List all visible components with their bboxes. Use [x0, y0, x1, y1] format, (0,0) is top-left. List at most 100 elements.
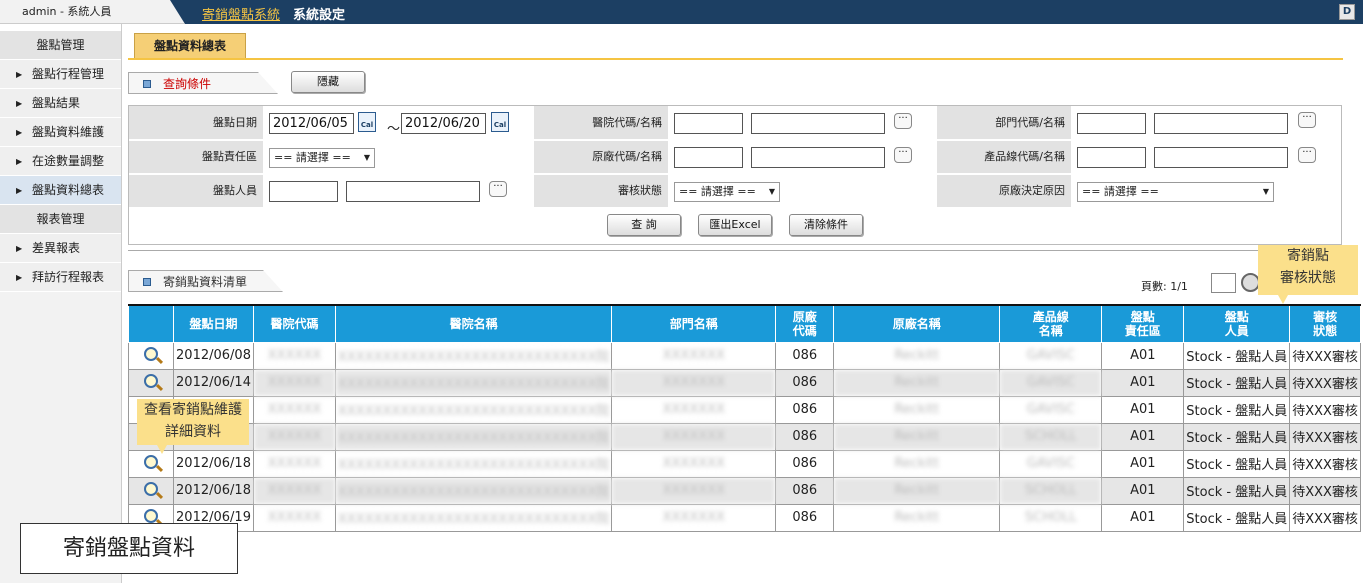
sidebar-item-maintenance[interactable]: ▶ 盤點資料維護: [0, 118, 121, 147]
col-header-date[interactable]: 盤點日期: [173, 304, 254, 343]
cell-hospital-code: XXXXXX: [253, 476, 336, 505]
sidebar-item-label: 盤點資料總表: [32, 183, 105, 197]
col-header-status[interactable]: 審核 狀態: [1289, 304, 1361, 343]
cell-staff: Stock - 盤點人員: [1183, 395, 1291, 424]
hospital-code-input[interactable]: [674, 113, 743, 134]
exit-icon[interactable]: D: [1339, 4, 1355, 20]
caption-box: 寄銷盤點資料: [20, 523, 238, 574]
review-select[interactable]: == 請選擇 == ▼: [674, 182, 780, 202]
sidebar-item-label: 在途數量調整: [32, 154, 105, 168]
col-header-hospital-name[interactable]: 醫院名稱: [334, 304, 613, 343]
export-excel-button[interactable]: 匯出Excel: [698, 214, 772, 236]
hospital-label: 醫院代碼/名稱: [534, 106, 668, 139]
sidebar-item-visit-report[interactable]: ▶ 拜訪行程報表: [0, 263, 121, 292]
vendor-code-input[interactable]: [674, 147, 743, 168]
cell-vendor-code: 086: [775, 341, 835, 370]
search-button[interactable]: 查 詢: [607, 214, 681, 236]
vendor-lookup-button[interactable]: ···: [894, 147, 912, 163]
triangle-right-icon: ▶: [16, 244, 23, 253]
cell-view[interactable]: [128, 476, 174, 505]
results-table: 盤點日期 醫院代碼 醫院名稱 部門名稱 原廠 代碼 原廠名稱 產品線 名稱 盤點…: [128, 304, 1361, 532]
table-header-row: 盤點日期 醫院代碼 醫院名稱 部門名稱 原廠 代碼 原廠名稱 產品線 名稱 盤點…: [128, 304, 1361, 343]
cell-view[interactable]: [128, 449, 174, 478]
tab-summary[interactable]: 盤點資料總表: [134, 33, 246, 58]
cell-hospital-name: XXXXXXXXXXXXXXXXXXXXXXXXXXXXX院: [334, 422, 613, 451]
col-header-staff[interactable]: 盤點 人員: [1183, 304, 1291, 343]
staff-name-input[interactable]: [346, 181, 480, 202]
magnifier-icon[interactable]: [144, 481, 158, 496]
cell-vendor-code: 086: [775, 503, 835, 532]
productline-name-input[interactable]: [1154, 147, 1288, 168]
cell-area: A01: [1101, 476, 1185, 505]
cell-dept-name: XXXXXXX: [611, 395, 777, 424]
calendar-icon[interactable]: Cal: [358, 112, 376, 132]
staff-code-input[interactable]: [269, 181, 338, 202]
table-row: 2012/06/08 XXXXXX XXXXXXXXXXXXXXXXXXXXXXXX…: [128, 341, 1361, 370]
col-header-productline[interactable]: 產品線 名稱: [999, 304, 1103, 343]
cell-view[interactable]: [128, 341, 174, 370]
page-number-input[interactable]: [1211, 273, 1236, 293]
triangle-right-icon: ▶: [16, 70, 23, 79]
reason-select[interactable]: == 請選擇 == ▼: [1077, 182, 1274, 202]
hide-button[interactable]: 隱藏: [291, 71, 365, 93]
cell-date: 2012/06/18: [173, 449, 254, 478]
col-header-vendor-code[interactable]: 原廠 代碼: [775, 304, 835, 343]
cell-productline: SCHOLL: [999, 503, 1103, 532]
sidebar-item-summary[interactable]: ▶ 盤點資料總表: [0, 176, 121, 205]
col-header-dept-name[interactable]: 部門名稱: [611, 304, 777, 343]
cell-status: 待XXX審核: [1289, 341, 1361, 370]
cell-dept-name: XXXXXXX: [611, 476, 777, 505]
col-header-hospital-code[interactable]: 醫院代碼: [253, 304, 336, 343]
cell-vendor-code: 086: [775, 449, 835, 478]
cell-dept-name: XXXXXXX: [611, 503, 777, 532]
sidebar: 盤點管理 ▶ 盤點行程管理 ▶ 盤點結果 ▶ 盤點資料維護 ▶ 在途數量調整 ▶ 盤點資料…: [0, 24, 122, 583]
cell-hospital-code: XXXXXX: [253, 368, 336, 397]
chevron-down-icon: ▼: [1262, 187, 1269, 196]
magnifier-icon[interactable]: [144, 346, 158, 361]
col-header-vendor-name[interactable]: 原廠名稱: [833, 304, 1001, 343]
dept-name-input[interactable]: [1154, 113, 1288, 134]
review-label: 審核狀態: [534, 175, 668, 207]
dept-lookup-button[interactable]: ···: [1298, 112, 1316, 128]
date-from-input[interactable]: 2012/06/05: [269, 113, 354, 134]
sidebar-item-schedule[interactable]: ▶ 盤點行程管理: [0, 60, 121, 89]
chevron-down-icon: ▼: [768, 187, 775, 196]
cell-hospital-code: XXXXXX: [253, 341, 336, 370]
reason-label: 原廠決定原因: [937, 175, 1071, 207]
productline-lookup-button[interactable]: ···: [1298, 147, 1316, 163]
dept-code-input[interactable]: [1077, 113, 1146, 134]
magnifier-icon[interactable]: [144, 454, 158, 469]
status-callout: 寄銷點 審核狀態: [1258, 245, 1358, 304]
cell-date: 2012/06/08: [173, 341, 254, 370]
sidebar-item-transit[interactable]: ▶ 在途數量調整: [0, 147, 121, 176]
cell-hospital-name: XXXXXXXXXXXXXXXXXXXXXXXXXXXXX院: [334, 503, 613, 532]
magnifier-icon[interactable]: [144, 508, 158, 523]
sidebar-item-diff-report[interactable]: ▶ 差異報表: [0, 234, 121, 263]
cell-status: 待XXX審核: [1289, 476, 1361, 505]
pager-label: 頁數: 1/1: [1141, 280, 1188, 293]
sidebar-item-label: 盤點結果: [32, 96, 81, 110]
cell-staff: Stock - 盤點人員: [1183, 476, 1291, 505]
calendar-icon[interactable]: Cal: [491, 112, 509, 132]
date-to-input[interactable]: 2012/06/20: [401, 113, 486, 134]
triangle-right-icon: ▶: [16, 128, 23, 137]
system-settings-link[interactable]: 系統設定: [293, 4, 345, 23]
area-select[interactable]: == 請選擇 == ▼: [269, 148, 375, 168]
productline-code-input[interactable]: [1077, 147, 1146, 168]
sidebar-item-results[interactable]: ▶ 盤點結果: [0, 89, 121, 118]
system-name-link[interactable]: 寄銷盤點系統: [202, 4, 280, 23]
hospital-lookup-button[interactable]: ···: [894, 113, 912, 129]
cell-view[interactable]: [128, 368, 174, 397]
triangle-right-icon: ▶: [16, 186, 23, 195]
cell-vendor-name: Reckitt: [833, 503, 1001, 532]
staff-lookup-button[interactable]: ···: [489, 181, 507, 197]
vendor-name-input[interactable]: [751, 147, 885, 168]
cell-status: 待XXX審核: [1289, 368, 1361, 397]
magnifier-icon[interactable]: [144, 373, 158, 388]
cell-productline: GAVISC: [999, 368, 1103, 397]
cell-hospital-code: XXXXXX: [253, 422, 336, 451]
clear-conditions-button[interactable]: 清除條件: [789, 214, 863, 236]
list-panel-header: 寄銷點資料清單: [128, 270, 283, 292]
col-header-area[interactable]: 盤點 責任區: [1101, 304, 1185, 343]
hospital-name-input[interactable]: [751, 113, 885, 134]
